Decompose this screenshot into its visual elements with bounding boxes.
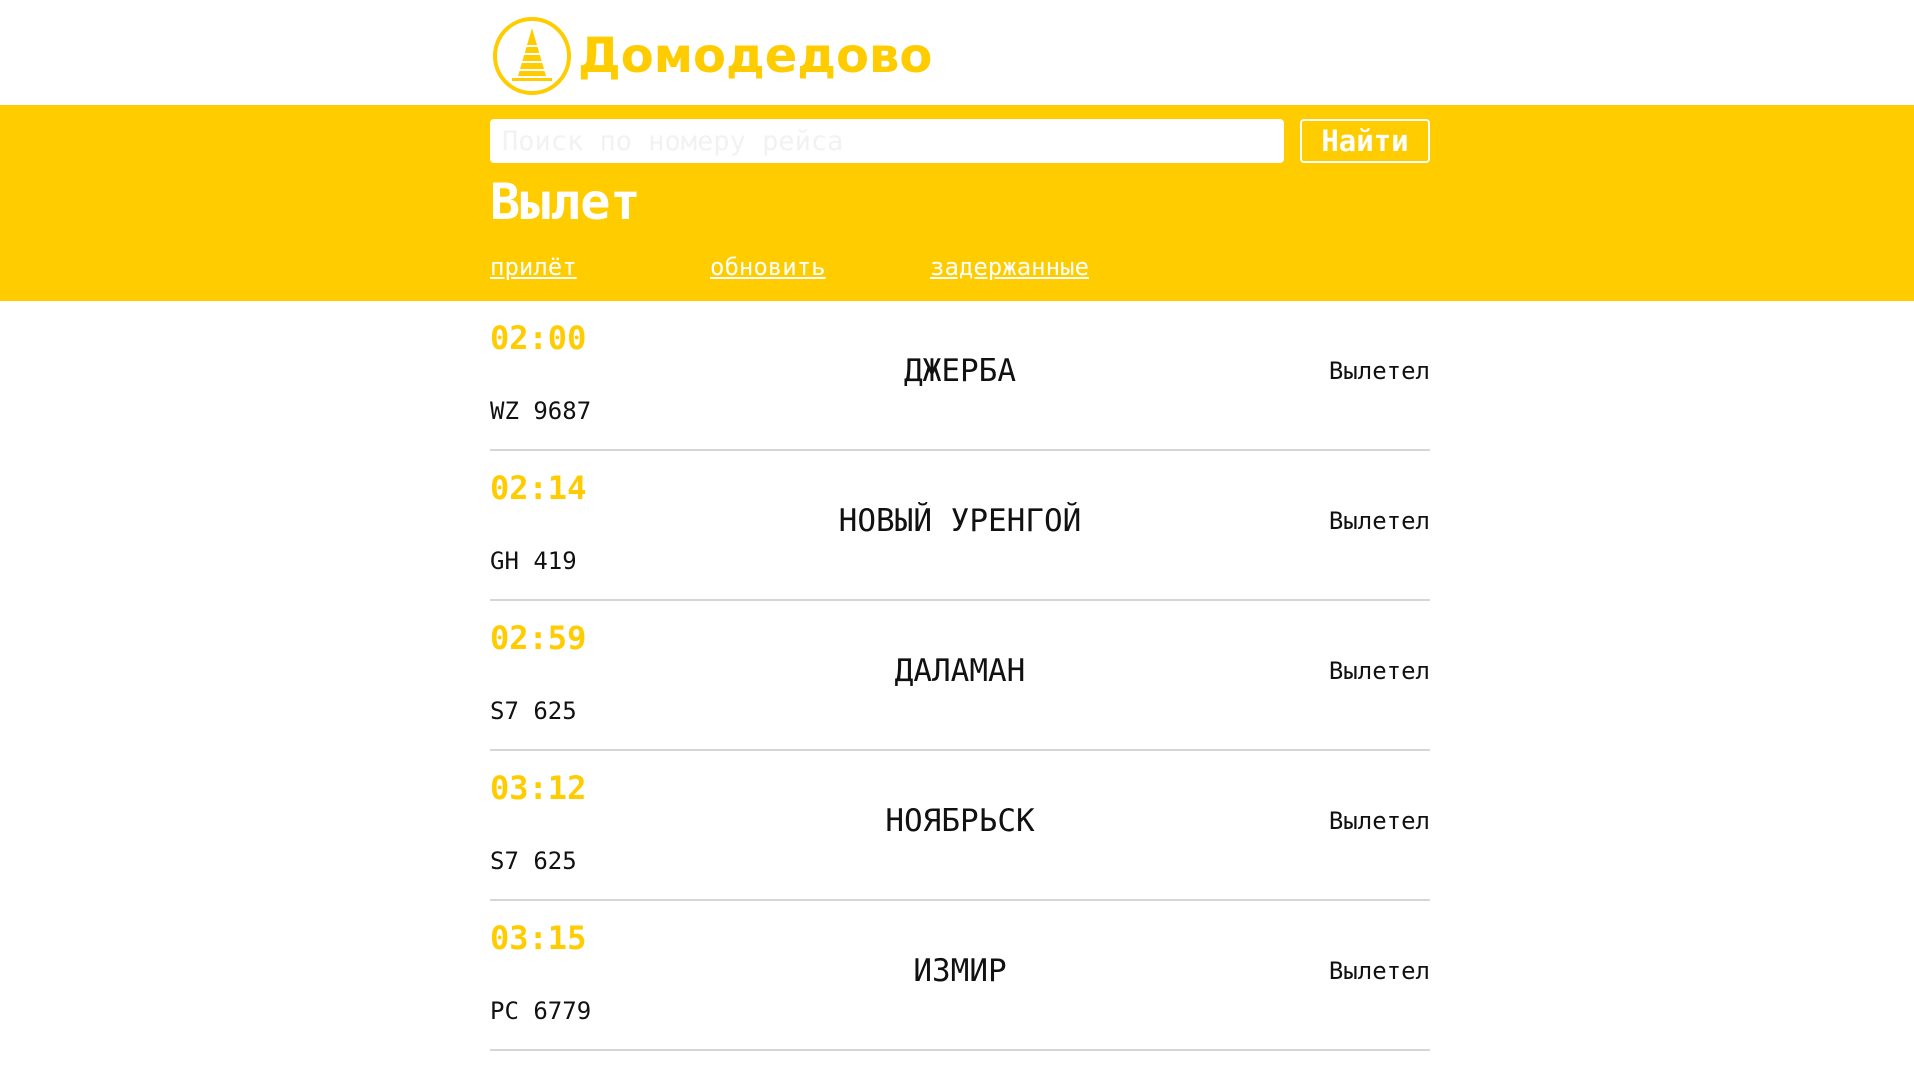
flight-destination: НОЯБРЬСК <box>885 803 1035 839</box>
flight-time: 02:59 <box>490 619 587 657</box>
flight-number: WZ 9687 <box>490 397 592 425</box>
flight-number: S7 625 <box>490 697 577 725</box>
flight-list: 02:00 ДЖЕРБА Вылетел WZ 9687 02:14 НОВЫЙ… <box>490 301 1430 1051</box>
flight-status: Вылетел <box>1328 657 1430 685</box>
flight-destination: ИЗМИР <box>913 953 1007 989</box>
flight-status: Вылетел <box>1328 507 1430 535</box>
flight-status: Вылетел <box>1328 957 1430 985</box>
flight-number: PC 6779 <box>490 997 592 1025</box>
nav-link-delayed[interactable]: задержанные <box>930 253 1089 281</box>
search-input[interactable] <box>490 119 1284 163</box>
flight-time: 03:12 <box>490 769 587 807</box>
nav-links: прилёт обновить задержанные <box>490 253 1430 283</box>
flight-destination: ДАЛАМАН <box>894 653 1026 689</box>
nav-link-arrivals[interactable]: прилёт <box>490 253 577 281</box>
logo[interactable]: Домодедово <box>492 16 932 96</box>
top-bar: Домодедово <box>0 0 1914 105</box>
flight-row[interactable]: 02:59 ДАЛАМАН Вылетел S7 625 <box>490 601 1430 751</box>
flight-destination: ДЖЕРБА <box>904 353 1016 389</box>
flight-row[interactable]: 03:12 НОЯБРЬСК Вылетел S7 625 <box>490 751 1430 901</box>
flight-time: 03:15 <box>490 919 587 957</box>
flight-row[interactable]: 02:00 ДЖЕРБА Вылетел WZ 9687 <box>490 301 1430 451</box>
header-band: Найти Вылет прилёт обновить задержанные <box>0 105 1914 301</box>
flight-number: GH 419 <box>490 547 577 575</box>
page-title: Вылет <box>490 173 641 231</box>
flight-row[interactable]: 02:14 НОВЫЙ УРЕНГОЙ Вылетел GH 419 <box>490 451 1430 601</box>
domodedovo-tower-icon <box>492 16 572 96</box>
search-button[interactable]: Найти <box>1300 119 1430 163</box>
nav-link-refresh[interactable]: обновить <box>710 253 826 281</box>
flight-time: 02:14 <box>490 469 587 507</box>
flight-number: S7 625 <box>490 847 577 875</box>
search-bar: Найти <box>490 119 1430 165</box>
flight-row[interactable]: 03:15 ИЗМИР Вылетел PC 6779 <box>490 901 1430 1051</box>
flight-destination: НОВЫЙ УРЕНГОЙ <box>838 503 1082 539</box>
flight-status: Вылетел <box>1328 807 1430 835</box>
logo-text: Домодедово <box>578 28 933 84</box>
flight-status: Вылетел <box>1328 357 1430 385</box>
flight-time: 02:00 <box>490 319 587 357</box>
